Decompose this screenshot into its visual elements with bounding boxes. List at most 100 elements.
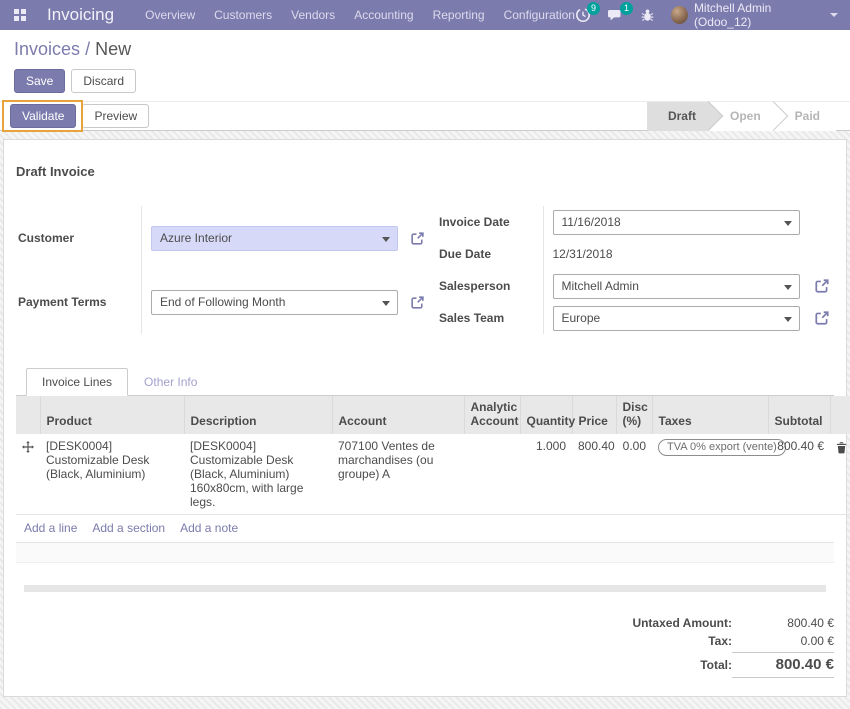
tax-value: 0.00 € xyxy=(732,634,834,648)
left-field-group: Customer Azure Interior Payment Terms En… xyxy=(16,206,425,334)
header-analytic-account: Analytic Account xyxy=(464,396,520,434)
cell-price[interactable]: 800.40 xyxy=(572,434,616,515)
notebook: Invoice Lines Other Info Product Descrip… xyxy=(16,368,834,592)
breadcrumb-invoices-link[interactable]: Invoices xyxy=(14,39,80,59)
due-date-label: Due Date xyxy=(425,238,543,270)
header-handle xyxy=(16,396,40,434)
tax-label: Tax: xyxy=(708,634,732,648)
untaxed-amount-label: Untaxed Amount: xyxy=(632,616,732,630)
tax-tag[interactable]: TVA 0% export (vente) xyxy=(658,439,786,456)
payment-terms-label: Payment Terms xyxy=(16,270,142,334)
total-label: Total: xyxy=(700,658,732,672)
salesperson-label: Salesperson xyxy=(425,270,543,302)
header-product: Product xyxy=(40,396,184,434)
user-menu[interactable]: Mitchell Admin (Odoo_12) xyxy=(671,1,838,29)
chevron-down-icon xyxy=(830,13,838,17)
tab-other-info[interactable]: Other Info xyxy=(128,368,213,396)
content-background: Draft Invoice Customer Azure Interior Pa… xyxy=(0,131,850,709)
list-add-links: Add a line Add a section Add a note xyxy=(16,515,834,543)
cell-quantity[interactable]: 1.000 xyxy=(520,434,572,515)
invoice-date-select[interactable]: 11/16/2018 xyxy=(553,210,800,235)
systray: 9 1 Mitchell Admin (Odoo_12) xyxy=(575,1,838,29)
invoice-form-sheet: Draft Invoice Customer Azure Interior Pa… xyxy=(3,139,847,697)
sales-team-select[interactable]: Europe xyxy=(553,306,800,331)
menu-item-configuration[interactable]: Configuration xyxy=(504,8,575,22)
header-taxes: Taxes xyxy=(652,396,768,434)
row-delete-trash-icon[interactable] xyxy=(830,434,850,515)
edit-buttons: Save Discard xyxy=(14,69,836,93)
payment-terms-external-link-icon[interactable] xyxy=(410,295,425,310)
preview-button[interactable]: Preview xyxy=(82,104,149,128)
table-header-row: Product Description Account Analytic Acc… xyxy=(16,396,850,434)
chevron-down-icon xyxy=(382,237,390,242)
sales-team-external-link-icon[interactable] xyxy=(814,310,830,326)
save-button[interactable]: Save xyxy=(14,69,65,93)
user-avatar xyxy=(671,6,688,24)
chevron-down-icon xyxy=(784,317,792,322)
sheet-title: Draft Invoice xyxy=(16,164,834,179)
activities-clock-icon[interactable]: 9 xyxy=(575,7,591,23)
customer-external-link-icon[interactable] xyxy=(410,231,425,246)
header-quantity: Quantity xyxy=(520,396,572,434)
invoice-lines-table: Product Description Account Analytic Acc… xyxy=(16,396,850,515)
right-field-group: Invoice Date 11/16/2018 Due Date 12/31/2… xyxy=(425,206,834,334)
untaxed-amount-value: 800.40 € xyxy=(732,616,834,630)
header-price: Price xyxy=(572,396,616,434)
cell-disc[interactable]: 0.00 xyxy=(616,434,652,515)
row-drag-handle-icon[interactable] xyxy=(16,434,40,515)
customer-label: Customer xyxy=(16,206,142,270)
chevron-down-icon xyxy=(784,285,792,290)
salesperson-select[interactable]: Mitchell Admin xyxy=(553,274,800,299)
chevron-down-icon xyxy=(784,221,792,226)
horizontal-scrollbar[interactable] xyxy=(24,585,826,592)
discard-button[interactable]: Discard xyxy=(71,69,136,93)
add-a-line-link[interactable]: Add a line xyxy=(24,521,77,535)
status-pipeline: Draft Open Paid xyxy=(647,102,836,131)
menu-item-reporting[interactable]: Reporting xyxy=(433,8,485,22)
add-a-note-link[interactable]: Add a note xyxy=(180,521,238,535)
status-step-draft[interactable]: Draft xyxy=(647,102,709,131)
statusbar: Validate Preview Draft Open Paid xyxy=(0,101,850,131)
app-title[interactable]: Invoicing xyxy=(47,5,114,25)
menu-item-accounting[interactable]: Accounting xyxy=(354,8,413,22)
total-value: 800.40 € xyxy=(732,652,834,678)
cell-description[interactable]: [DESK0004] Customizable Desk (Black, Alu… xyxy=(184,434,332,515)
header-subtotal: Subtotal xyxy=(768,396,830,434)
validate-button[interactable]: Validate xyxy=(10,104,76,128)
breadcrumb-current: New xyxy=(95,39,131,59)
messages-chat-icon[interactable]: 1 xyxy=(607,7,624,23)
message-count-badge: 1 xyxy=(620,2,633,15)
header-account: Account xyxy=(332,396,464,434)
apps-grid-icon[interactable] xyxy=(14,9,26,21)
debug-bug-icon[interactable] xyxy=(640,8,655,23)
tab-invoice-lines[interactable]: Invoice Lines xyxy=(26,368,128,396)
salesperson-external-link-icon[interactable] xyxy=(814,278,830,294)
top-navbar: Invoicing Overview Customers Vendors Acc… xyxy=(0,0,850,30)
control-panel: Invoices / New Save Discard xyxy=(0,30,850,101)
due-date-value: 12/31/2018 xyxy=(553,245,613,263)
menu-item-overview[interactable]: Overview xyxy=(145,8,195,22)
header-disc: Disc (%) xyxy=(616,396,652,434)
breadcrumb: Invoices / New xyxy=(14,39,836,60)
chevron-down-icon xyxy=(382,301,390,306)
header-description: Description xyxy=(184,396,332,434)
form-groups: Customer Azure Interior Payment Terms En… xyxy=(16,206,834,334)
add-a-section-link[interactable]: Add a section xyxy=(92,521,165,535)
cell-analytic-account[interactable] xyxy=(464,434,520,515)
cell-product[interactable]: [DESK0004] Customizable Desk (Black, Alu… xyxy=(40,434,184,515)
breadcrumb-separator: / xyxy=(85,39,90,59)
main-menu: Overview Customers Vendors Accounting Re… xyxy=(145,8,575,22)
customer-select[interactable]: Azure Interior xyxy=(151,226,398,251)
menu-item-customers[interactable]: Customers xyxy=(214,8,272,22)
table-row: [DESK0004] Customizable Desk (Black, Alu… xyxy=(16,434,850,515)
cell-taxes[interactable]: TVA 0% export (vente) xyxy=(652,434,768,515)
cell-account[interactable]: 707100 Ventes de marchandises (ou groupe… xyxy=(332,434,464,515)
sales-team-label: Sales Team xyxy=(425,302,543,334)
menu-item-vendors[interactable]: Vendors xyxy=(291,8,335,22)
user-name: Mitchell Admin (Odoo_12) xyxy=(694,1,824,29)
cell-subtotal: 800.40 € xyxy=(768,434,830,515)
payment-terms-select[interactable]: End of Following Month xyxy=(151,290,398,315)
header-trash xyxy=(830,396,850,434)
tab-bar: Invoice Lines Other Info xyxy=(16,368,834,396)
activity-count-badge: 9 xyxy=(587,2,600,15)
